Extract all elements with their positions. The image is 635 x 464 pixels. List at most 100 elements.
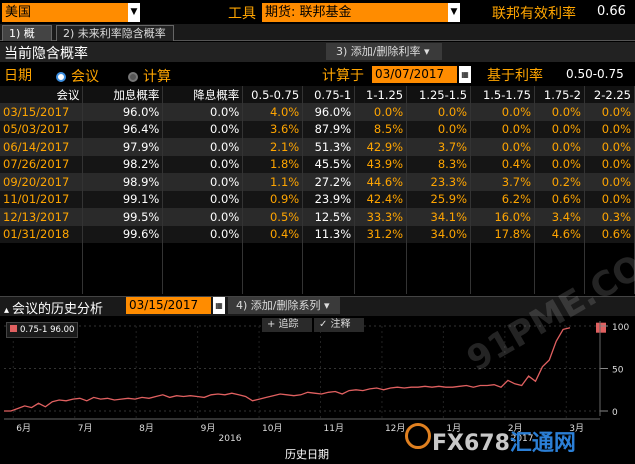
probability-cell: 25.9% xyxy=(406,190,472,208)
watermark-fx-text: FX678 xyxy=(432,431,510,456)
watermark-cn-text: 汇通网 xyxy=(509,431,576,456)
radio-calc[interactable]: 计算 xyxy=(128,66,171,86)
probability-cell: 8.5% xyxy=(354,120,408,138)
table-row[interactable]: 11/01/2017 99.1% 0.0% 0.9% 23.9% 42.4% 25.9% 6.… xyxy=(0,190,635,208)
probability-cell: 98.9% xyxy=(82,173,164,191)
table-header-cell: 1-1.25 xyxy=(354,86,408,103)
instrument-select-value: 期货: 联邦基金 xyxy=(265,5,352,20)
probability-cell: 0.0% xyxy=(162,225,244,243)
probability-cell: 0.4% xyxy=(470,155,535,173)
x-tick-label: 12月 xyxy=(385,423,405,434)
probability-cell: 42.9% xyxy=(354,138,408,156)
table-row[interactable]: 12/13/2017 99.5% 0.0% 0.5% 12.5% 33.3% 34.1% 16… xyxy=(0,208,635,226)
probability-cell: 87.9% xyxy=(302,120,356,138)
x-tick-label: 9月 xyxy=(201,423,216,434)
meeting-date-cell: 11/01/2017 xyxy=(0,190,84,208)
table-header-cell: 2-2.25 xyxy=(584,86,635,103)
probability-cell: 0.0% xyxy=(584,155,635,173)
probability-cell: 0.0% xyxy=(162,173,244,191)
probability-cell: 0.0% xyxy=(162,190,244,208)
tab-bar: 1) 概览 2) 未来利率隐含概率 xyxy=(0,24,635,56)
radio-meeting[interactable]: 会议 xyxy=(56,66,99,86)
table-row[interactable]: 01/31/2018 99.6% 0.0% 0.4% 11.3% 31.2% 34.0% 17… xyxy=(0,225,635,243)
history-date-input[interactable]: 03/15/2017 xyxy=(126,297,211,314)
empty-row xyxy=(0,243,635,260)
fed-rate-value: 0.66 xyxy=(597,4,626,19)
calendar-icon[interactable]: ▦ xyxy=(459,66,471,83)
chart-legend: 0.75-1 96.00 xyxy=(6,322,78,338)
track-button[interactable]: + 追踪 xyxy=(262,318,312,332)
table-header-cell: 1.75-2 xyxy=(534,86,585,103)
probability-cell: 31.2% xyxy=(354,225,408,243)
probability-cell: 0.0% xyxy=(584,173,635,191)
annotate-button[interactable]: ✓ 注释 xyxy=(314,318,364,332)
collapse-icon[interactable]: ▴ xyxy=(4,305,9,316)
probability-cell: 0.3% xyxy=(584,208,635,226)
probability-cell: 34.0% xyxy=(406,225,472,243)
probability-cell: 3.6% xyxy=(242,120,304,138)
x-tick-label: 10月 xyxy=(262,423,282,434)
probability-cell: 96.4% xyxy=(82,120,164,138)
probability-cell: 33.3% xyxy=(354,208,408,226)
meeting-date-cell: 03/15/2017 xyxy=(0,103,84,121)
y-tick-label: 50 xyxy=(612,366,624,376)
tab-future-implied-probability[interactable]: 2) 未来利率隐含概率 xyxy=(56,25,174,41)
probability-cell: 99.6% xyxy=(82,225,164,243)
table-header-cell: 0.75-1 xyxy=(302,86,356,103)
history-title-text: 会议的历史分析 xyxy=(12,302,104,317)
probability-cell: 3.4% xyxy=(534,208,585,226)
add-remove-series-button[interactable]: 4) 添加/删除系列 ▾ xyxy=(228,297,340,314)
probability-cell: 11.3% xyxy=(302,225,356,243)
calc-on-label: 计算于 xyxy=(322,68,364,84)
date-label: 日期 xyxy=(4,68,32,84)
probability-cell: 0.5% xyxy=(242,208,304,226)
table-row[interactable]: 03/15/2017 96.0% 0.0% 4.0% 96.0% 0.0% 0.0% 0.0%… xyxy=(0,103,635,121)
table-row[interactable]: 07/26/2017 98.2% 0.0% 1.8% 45.5% 43.9% 8.3% 0.4… xyxy=(0,155,635,173)
country-select[interactable]: 美国 ▼ xyxy=(2,3,140,22)
probability-cell: 23.9% xyxy=(302,190,356,208)
probability-cell: 0.0% xyxy=(406,103,472,121)
probability-cell: 12.5% xyxy=(302,208,356,226)
probability-cell: 1.8% xyxy=(242,155,304,173)
probability-cell: 4.6% xyxy=(534,225,585,243)
probability-cell: 17.8% xyxy=(470,225,535,243)
add-remove-rates-button[interactable]: 3) 添加/删除利率 ▾ xyxy=(326,43,442,60)
instrument-select[interactable]: 期货: 联邦基金 ▼ xyxy=(262,3,460,22)
radio-selected-icon[interactable] xyxy=(56,72,66,82)
probability-cell: 51.3% xyxy=(302,138,356,156)
table-row[interactable]: 06/14/2017 97.9% 0.0% 2.1% 51.3% 42.9% 3.7% 0.0… xyxy=(0,138,635,156)
probability-cell: 98.2% xyxy=(82,155,164,173)
table-row[interactable]: 05/03/2017 96.4% 0.0% 3.6% 87.9% 8.5% 0.0% 0.0%… xyxy=(0,120,635,138)
probability-table: 会议 加息概率 降息概率 0.5-0.75 0.75-1 1-1.25 1.25-1.5 1.… xyxy=(0,86,635,296)
fed-rate-label: 联邦有效利率 xyxy=(492,6,576,22)
probability-cell: 97.9% xyxy=(82,138,164,156)
meeting-date-cell: 07/26/2017 xyxy=(0,155,84,173)
table-header-cell: 加息概率 xyxy=(82,86,164,103)
legend-label: 0.75-1 96.00 xyxy=(20,325,75,335)
radio-meeting-label: 会议 xyxy=(71,69,99,85)
probability-cell: 0.0% xyxy=(534,138,585,156)
table-row[interactable]: 09/20/2017 98.9% 0.0% 1.1% 27.2% 44.6% 23.3% 3.… xyxy=(0,173,635,191)
x-tick-label: 8月 xyxy=(139,423,154,434)
fx678-logo-icon xyxy=(405,423,431,449)
meeting-date-cell: 05/03/2017 xyxy=(0,120,84,138)
empty-row xyxy=(0,260,635,277)
probability-cell: 27.2% xyxy=(302,173,356,191)
series-end-marker xyxy=(596,322,606,333)
probability-cell: 0.0% xyxy=(406,120,472,138)
probability-cell: 1.1% xyxy=(242,173,304,191)
radio-unselected-icon[interactable] xyxy=(128,72,138,82)
probability-cell: 96.0% xyxy=(302,103,356,121)
chevron-down-icon[interactable]: ▼ xyxy=(448,3,460,22)
chevron-down-icon[interactable]: ▼ xyxy=(128,3,140,22)
table-header-row: 会议 加息概率 降息概率 0.5-0.75 0.75-1 1-1.25 1.25-1.5 1.… xyxy=(0,86,635,103)
calc-date-input[interactable]: 03/07/2017 xyxy=(372,66,457,83)
x-tick-label: 7月 xyxy=(78,423,93,434)
probability-cell: 3.7% xyxy=(470,173,535,191)
calendar-icon[interactable]: ▦ xyxy=(213,297,225,314)
probability-cell: 0.2% xyxy=(534,173,585,191)
based-on-value: 0.50-0.75 xyxy=(566,67,624,81)
probability-cell: 0.4% xyxy=(242,225,304,243)
probability-cell: 0.0% xyxy=(470,103,535,121)
tab-overview[interactable]: 1) 概览 xyxy=(2,25,52,56)
